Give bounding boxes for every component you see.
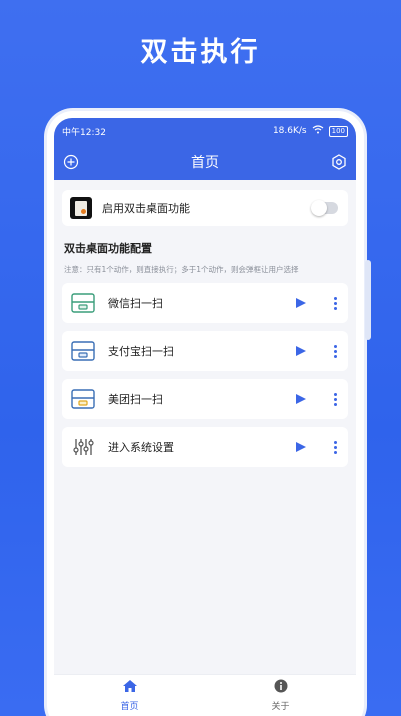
nav-tab-home[interactable]: 首页 bbox=[54, 675, 205, 716]
action-row-wechat-scan[interactable]: 微信扫一扫 bbox=[62, 283, 348, 323]
network-speed: 18.6K/s bbox=[272, 126, 307, 136]
scan-icon bbox=[70, 340, 96, 362]
info-icon bbox=[274, 679, 288, 696]
action-row-alipay-scan[interactable]: 支付宝扫一扫 bbox=[62, 331, 348, 371]
wifi-icon bbox=[312, 125, 324, 137]
action-label: 美团扫一扫 bbox=[108, 393, 163, 406]
action-label: 微信扫一扫 bbox=[108, 297, 163, 310]
more-icon[interactable] bbox=[332, 392, 338, 406]
bottom-nav: 首页 关于 bbox=[54, 674, 356, 716]
play-icon[interactable] bbox=[296, 442, 306, 452]
play-icon[interactable] bbox=[296, 394, 306, 404]
battery-icon: 100 bbox=[328, 125, 348, 137]
nav-label: 首页 bbox=[120, 702, 139, 712]
enable-double-tap-row: 启用双击桌面功能 bbox=[62, 190, 348, 226]
promo-title: 双击执行 bbox=[140, 37, 261, 68]
play-icon[interactable] bbox=[296, 298, 306, 308]
app-logo-icon bbox=[70, 197, 92, 219]
app-bar: 首页 bbox=[54, 144, 356, 180]
play-icon[interactable] bbox=[296, 346, 306, 356]
section-note: 注意：只有1个动作，则直接执行；多于1个动作，则会弹框让用户选择 bbox=[64, 265, 299, 274]
enable-label: 启用双击桌面功能 bbox=[102, 202, 190, 215]
action-label: 支付宝扫一扫 bbox=[108, 345, 174, 358]
scan-icon bbox=[70, 388, 96, 410]
nav-tab-about[interactable]: 关于 bbox=[205, 675, 356, 716]
status-time: 中午12:32 bbox=[62, 127, 106, 138]
home-icon bbox=[122, 679, 138, 696]
add-icon[interactable] bbox=[62, 153, 80, 171]
scan-icon bbox=[70, 292, 96, 314]
action-label: 进入系统设置 bbox=[108, 441, 174, 454]
settings-icon[interactable] bbox=[330, 153, 348, 171]
page-title: 首页 bbox=[191, 155, 219, 171]
more-icon[interactable] bbox=[332, 440, 338, 454]
app-screen: 中午12:32 18.6K/s 100 首页 启用双击桌面功能 双击桌面功能配置… bbox=[54, 118, 356, 716]
nav-label: 关于 bbox=[271, 702, 290, 712]
section-title: 双击桌面功能配置 bbox=[64, 242, 152, 255]
enable-toggle[interactable] bbox=[311, 200, 338, 216]
action-row-meituan-scan[interactable]: 美团扫一扫 bbox=[62, 379, 348, 419]
action-row-system-settings[interactable]: 进入系统设置 bbox=[62, 427, 348, 467]
more-icon[interactable] bbox=[332, 344, 338, 358]
status-bar: 中午12:32 18.6K/s 100 bbox=[54, 118, 356, 144]
main-content: 启用双击桌面功能 双击桌面功能配置 注意：只有1个动作，则直接执行；多于1个动作… bbox=[54, 180, 356, 467]
sliders-icon bbox=[70, 436, 96, 458]
phone-side-button bbox=[365, 260, 371, 340]
more-icon[interactable] bbox=[332, 296, 338, 310]
